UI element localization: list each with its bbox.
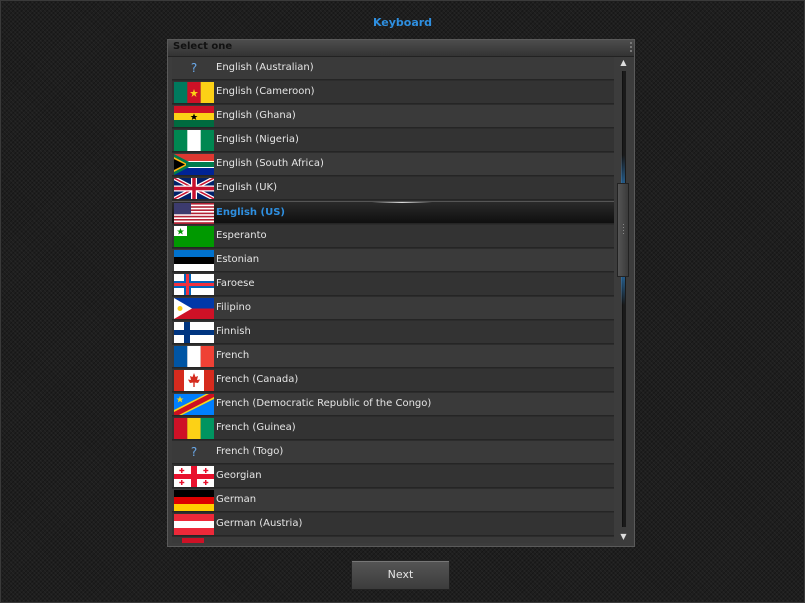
language-list-item[interactable]: ? French (Togo) <box>172 441 614 464</box>
language-label: Esperanto <box>216 230 267 241</box>
partial-red-flag-icon <box>174 538 214 543</box>
guinea-flag-icon <box>174 418 214 439</box>
france-flag-icon <box>174 346 214 367</box>
language-list[interactable]: ? English (Australian) English (Cameroon) E… <box>172 57 614 543</box>
scroll-down-arrow-icon[interactable]: ▼ <box>617 531 630 543</box>
language-label: German <box>216 494 257 505</box>
language-list-item[interactable]: English (UK) <box>172 177 614 200</box>
georgia-flag-icon <box>174 466 214 487</box>
language-label: French (Canada) <box>216 374 299 385</box>
language-list-item[interactable]: Faroese <box>172 273 614 296</box>
scroll-up-arrow-icon[interactable]: ▲ <box>617 57 630 69</box>
language-list-item[interactable]: German <box>172 489 614 512</box>
language-list-item[interactable]: English (South Africa) <box>172 153 614 176</box>
language-list-item[interactable]: English (Ghana) <box>172 105 614 128</box>
canada-flag-icon <box>174 370 214 391</box>
south-africa-flag-icon <box>174 154 214 175</box>
austria-flag-icon <box>174 514 214 535</box>
nigeria-flag-icon <box>174 130 214 151</box>
panel-header: Select one <box>168 40 634 57</box>
language-label: English (South Africa) <box>216 158 324 169</box>
language-label: French (Democratic Republic of the Congo… <box>216 398 432 409</box>
estonia-flag-icon <box>174 250 214 271</box>
philippines-flag-icon <box>174 298 214 319</box>
language-list-item[interactable]: English (Nigeria) <box>172 129 614 152</box>
language-label: French (Guinea) <box>216 422 296 433</box>
language-label: English (UK) <box>216 182 277 193</box>
uk-flag-icon <box>174 178 214 199</box>
faroe-flag-icon <box>174 274 214 295</box>
language-label: English (Cameroon) <box>216 86 315 97</box>
scrollbar-thumb[interactable] <box>617 183 629 277</box>
language-list-item[interactable]: French (Canada) <box>172 369 614 392</box>
language-label: French <box>216 350 250 361</box>
finland-flag-icon <box>174 322 214 343</box>
question-mark-icon: ? <box>190 445 198 459</box>
language-list-item[interactable]: Filipino <box>172 297 614 320</box>
drc-flag-icon <box>174 394 214 415</box>
us-flag-icon <box>174 203 214 224</box>
language-label: Estonian <box>216 254 260 265</box>
vertical-scrollbar[interactable]: ▲ ▼ <box>617 57 630 543</box>
language-list-item[interactable] <box>172 537 614 543</box>
language-label: Faroese <box>216 278 255 289</box>
language-panel: Select one ? English (Australian) English … <box>167 39 635 547</box>
language-list-item[interactable]: English (US) <box>172 201 614 224</box>
next-button[interactable]: Next <box>351 560 450 590</box>
language-list-item[interactable]: Georgian <box>172 465 614 488</box>
ghana-flag-icon <box>174 106 214 127</box>
language-list-item[interactable]: English (Cameroon) <box>172 81 614 104</box>
language-list-item[interactable]: French (Guinea) <box>172 417 614 440</box>
language-list-item[interactable]: ? English (Australian) <box>172 57 614 80</box>
language-label: French (Togo) <box>216 446 284 457</box>
language-list-item[interactable]: Estonian <box>172 249 614 272</box>
language-label: German (Austria) <box>216 518 303 529</box>
esperanto-flag-icon <box>174 226 214 247</box>
language-label: English (Nigeria) <box>216 134 299 145</box>
cameroon-flag-icon <box>174 82 214 103</box>
germany-flag-icon <box>174 490 214 511</box>
grip-icon <box>630 42 632 52</box>
page-title: Keyboard <box>372 16 433 29</box>
language-label: Finnish <box>216 326 251 337</box>
language-label: Georgian <box>216 470 262 481</box>
language-label: Filipino <box>216 302 251 313</box>
panel-header-label: Select one <box>173 41 233 52</box>
language-label: English (Ghana) <box>216 110 296 121</box>
language-list-item[interactable]: French <box>172 345 614 368</box>
language-list-item[interactable]: French (Democratic Republic of the Congo… <box>172 393 614 416</box>
language-label: English (Australian) <box>216 62 314 73</box>
language-list-item[interactable]: German (Austria) <box>172 513 614 536</box>
language-list-item[interactable]: Esperanto <box>172 225 614 248</box>
language-list-item[interactable]: Finnish <box>172 321 614 344</box>
question-mark-icon: ? <box>190 61 198 75</box>
language-label: English (US) <box>216 207 285 218</box>
